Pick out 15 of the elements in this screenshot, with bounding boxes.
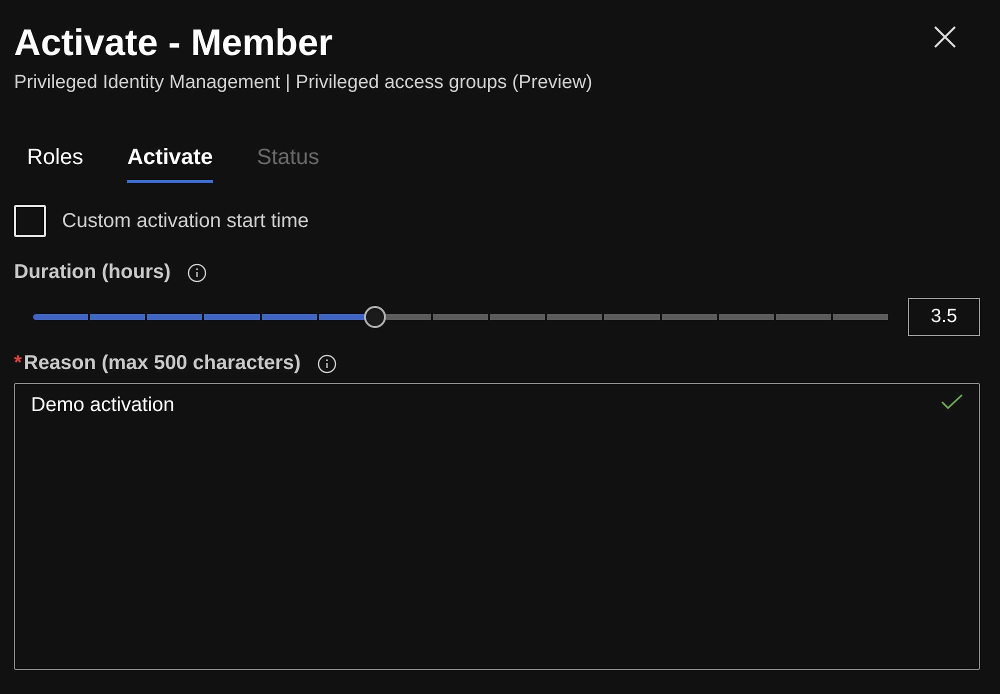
checkbox-label: Custom activation start time [62,210,309,232]
slider-track[interactable] [33,306,888,328]
panel-title: Activate - Member [14,21,334,65]
panel-subtitle: Privileged Identity Management | Privileged access groups (Preview) [14,72,592,94]
checkbox[interactable] [14,205,46,237]
tab[interactable]: Roles [27,144,84,183]
value-field[interactable]: 3.5 [908,298,980,336]
field-label: Duration (hours) [14,261,171,284]
info-icon[interactable] [316,354,337,374]
reason-text-area[interactable]: Demo activation [14,383,980,670]
info-icon[interactable] [186,262,207,282]
tab[interactable]: Activate [127,144,213,183]
reason-text: Demo activation [31,394,174,417]
slider-thumb[interactable] [364,306,386,328]
field-label: *Reason (max 500 characters) [14,352,301,375]
